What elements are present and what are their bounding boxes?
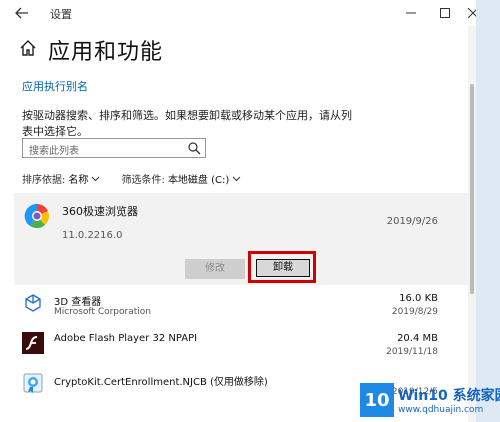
watermark-url: www.qdhuajin.com bbox=[398, 405, 484, 415]
chevron-down-icon bbox=[92, 176, 100, 181]
filter-bar: 排序依据: 名称 筛选条件: 本地磁盘 (C:) bbox=[22, 171, 259, 186]
app-name: Adobe Flash Player 32 NPAPI bbox=[54, 333, 198, 344]
close-icon bbox=[468, 8, 476, 18]
watermark-badge: 10 bbox=[360, 383, 394, 417]
list-item[interactable]: Adobe Flash Player 32 NPAPI 20.4 MB 2019… bbox=[14, 328, 468, 368]
watermark-logo: 10 Win10 系统家园 www.qdhuajin.com bbox=[360, 383, 500, 422]
app-execution-aliases-link[interactable]: 应用执行别名 bbox=[22, 78, 88, 94]
back-button[interactable] bbox=[14, 5, 30, 21]
page-description: 按驱动器搜索、排序和筛选。如果想要卸载或移动某个应用，请从列表中选择它。 bbox=[22, 109, 352, 138]
window-title: 设置 bbox=[50, 8, 72, 21]
filter-label: 筛选条件: bbox=[121, 175, 165, 186]
scrollbar-thumb[interactable] bbox=[470, 84, 474, 294]
app-name: 360极速浏览器 bbox=[62, 205, 138, 218]
settings-window: 设置 应用和功能 应用执行别名 按驱动器搜索、排序和筛选。如果想要卸载或移动某个… bbox=[0, 0, 476, 422]
back-arrow-icon bbox=[15, 7, 28, 19]
search-placeholder: 搜索此列表 bbox=[29, 146, 79, 157]
watermark-title: Win10 系统家园 bbox=[398, 388, 500, 404]
uninstall-highlight: 卸载 bbox=[248, 251, 316, 283]
home-icon[interactable] bbox=[18, 38, 38, 58]
app-name: 3D 查看器 bbox=[54, 297, 102, 308]
search-icon bbox=[188, 142, 201, 155]
app-publisher: Microsoft Corporation bbox=[54, 307, 151, 317]
maximize-icon bbox=[440, 8, 450, 18]
chevron-down-icon bbox=[232, 176, 241, 181]
sort-value: 名称 bbox=[68, 175, 89, 186]
browser-icon bbox=[24, 203, 50, 229]
search-input[interactable]: 搜索此列表 bbox=[22, 138, 206, 158]
close-button[interactable] bbox=[456, 2, 476, 24]
modify-button[interactable]: 修改 bbox=[185, 259, 245, 279]
app-version: 11.0.2216.0 bbox=[62, 230, 123, 241]
flash-icon bbox=[22, 332, 44, 354]
minimize-button[interactable] bbox=[394, 2, 428, 24]
filter-dropdown[interactable]: 筛选条件: 本地磁盘 (C:) bbox=[122, 171, 242, 186]
filter-value: 本地磁盘 (C:) bbox=[167, 175, 230, 186]
app-name: CryptoKit.CertEnrollment.NJCB (仅用做移除) bbox=[54, 377, 268, 388]
sort-label: 排序依据: bbox=[22, 175, 66, 186]
app-install-date: 2019/11/18 bbox=[386, 347, 438, 357]
selected-app-row[interactable]: 360极速浏览器 2019/9/26 11.0.2216.0 修改 卸载 bbox=[14, 193, 468, 285]
certificate-icon bbox=[23, 373, 43, 393]
uninstall-button[interactable]: 卸载 bbox=[256, 259, 310, 277]
scrollbar[interactable] bbox=[468, 26, 476, 422]
app-size: 16.0 KB bbox=[399, 293, 438, 304]
app-size: 20.4 MB bbox=[397, 333, 438, 344]
page-title: 应用和功能 bbox=[48, 40, 164, 65]
cube-icon bbox=[22, 292, 44, 314]
sort-dropdown[interactable]: 排序依据: 名称 bbox=[22, 171, 100, 186]
list-item[interactable]: 3D 查看器 Microsoft Corporation 16.0 KB 201… bbox=[14, 288, 468, 328]
app-install-date: 2019/9/26 bbox=[386, 216, 438, 227]
app-install-date: 2019/8/29 bbox=[391, 307, 438, 317]
title-bar: 设置 bbox=[0, 0, 476, 26]
minimize-icon bbox=[406, 12, 416, 14]
